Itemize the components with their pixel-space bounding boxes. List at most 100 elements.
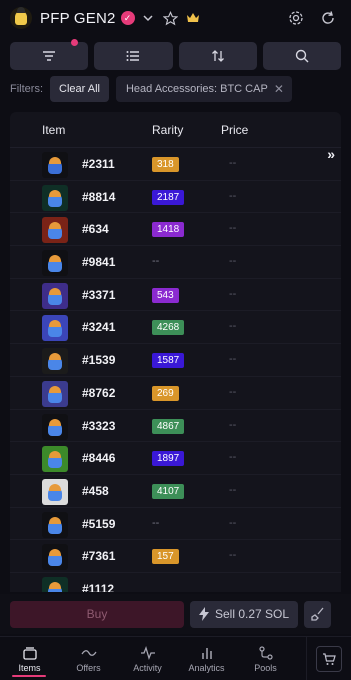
filter-bar: Filters: Clear All Head Accessories: BTC…: [10, 76, 292, 102]
item-price: --: [229, 157, 237, 169]
nft-thumbnail: [42, 380, 68, 407]
table-row[interactable]: #1539 1587 --: [10, 344, 341, 377]
nft-thumbnail: [42, 250, 68, 277]
item-name: #3241: [82, 320, 116, 335]
rarity-badge: 4107: [152, 483, 185, 499]
nft-thumbnail: [42, 478, 68, 505]
nav-offers-label: Offers: [76, 663, 101, 673]
item-name: #8762: [82, 385, 116, 400]
clear-all-button[interactable]: Clear All: [50, 76, 109, 102]
column-rarity[interactable]: Rarity: [152, 123, 183, 137]
table-row[interactable]: #7361 157 --: [10, 540, 341, 573]
rarity-badge: 1418: [152, 222, 185, 238]
item-name: #458: [82, 483, 109, 498]
collection-logo-icon[interactable]: [10, 7, 32, 29]
nav-offers[interactable]: Offers: [59, 637, 118, 680]
nav-analytics-label: Analytics: [188, 663, 225, 673]
filter-button[interactable]: [10, 39, 89, 70]
table-header: Item Rarity Price: [10, 112, 341, 148]
nft-thumbnail: [42, 348, 68, 375]
collection-title[interactable]: PFP GEN2: [40, 10, 116, 27]
pools-icon: [258, 645, 273, 661]
table-body: #2311 318 -- #8814 2187 -- #634 1418 -- #9841 -- --…: [10, 148, 341, 592]
star-icon[interactable]: [163, 10, 179, 26]
cart-area: [306, 637, 351, 680]
analytics-icon: [200, 645, 214, 661]
verified-icon: ✓: [120, 11, 135, 25]
table-row[interactable]: #458 4107 --: [10, 475, 341, 508]
sell-button[interactable]: Sell 0.27 SOL: [190, 600, 298, 628]
table-row[interactable]: #5159 -- --: [10, 508, 341, 541]
nav-activity[interactable]: Activity: [118, 637, 177, 680]
rarity-badge: 4867: [152, 418, 185, 434]
table-row[interactable]: #9841 -- --: [10, 246, 341, 279]
item-name: #5159: [82, 516, 116, 531]
list-view-button[interactable]: [94, 42, 173, 70]
action-bar: Buy Sell 0.27 SOL: [0, 594, 351, 634]
nav-pools-label: Pools: [254, 663, 277, 673]
item-name: #3371: [82, 287, 116, 302]
filter-chip-label: Head Accessories: BTC CAP: [125, 83, 268, 95]
nft-thumbnail: [42, 152, 68, 178]
nft-thumbnail: [42, 544, 68, 571]
item-price: --: [229, 483, 237, 496]
table-row[interactable]: #8446 1897 --: [10, 442, 341, 475]
item-name: #8446: [82, 451, 116, 466]
gear-icon[interactable]: [287, 10, 305, 26]
table-row[interactable]: #1112: [10, 573, 341, 592]
sweep-button[interactable]: [304, 600, 331, 628]
item-name: #8814: [82, 189, 116, 204]
lightning-icon: [198, 607, 209, 621]
column-item[interactable]: Item: [42, 123, 65, 137]
sort-button[interactable]: [178, 42, 257, 70]
rarity-empty: --: [152, 516, 160, 529]
rarity-badge: 4268: [152, 320, 185, 336]
column-price[interactable]: Price: [221, 123, 248, 137]
nft-thumbnail: [42, 446, 68, 473]
table-row[interactable]: #3323 4867 --: [10, 410, 341, 443]
refresh-icon[interactable]: [319, 10, 337, 26]
buy-button[interactable]: Buy: [10, 600, 184, 628]
table-row[interactable]: #634 1418 --: [10, 213, 341, 247]
nft-thumbnail: [42, 413, 68, 440]
table-row[interactable]: #3371 543 --: [10, 279, 341, 312]
rarity-empty: --: [152, 255, 160, 268]
nav-items-label: Items: [18, 663, 41, 673]
bottom-nav: Items Offers Activity Analytics Pools: [0, 636, 351, 680]
sell-label: Sell 0.27 SOL: [214, 607, 290, 621]
nav-items[interactable]: Items: [0, 637, 59, 680]
rarity-badge: 1587: [152, 353, 185, 369]
crown-icon[interactable]: [185, 12, 201, 24]
item-name: #1112: [82, 581, 115, 592]
item-price: --: [229, 189, 237, 202]
table-row[interactable]: #8814 2187 --: [10, 181, 341, 214]
chevron-down-icon[interactable]: [141, 12, 155, 24]
rarity-badge: 318: [152, 157, 179, 172]
filters-label: Filters:: [10, 83, 43, 95]
sort-icon: [211, 50, 224, 62]
nft-thumbnail: [42, 576, 68, 592]
nav-activity-label: Activity: [133, 663, 162, 673]
table-row[interactable]: #3241 4268 --: [10, 311, 341, 345]
item-name: #634: [82, 222, 109, 237]
nft-thumbnail: [42, 511, 68, 538]
item-name: #9841: [82, 255, 116, 270]
nav-analytics[interactable]: Analytics: [177, 637, 236, 680]
filter-chip[interactable]: Head Accessories: BTC CAP ✕: [115, 76, 292, 102]
item-price: --: [229, 549, 237, 562]
table-row[interactable]: #8762 269 --: [10, 377, 341, 410]
table-row[interactable]: #2311 318 --: [10, 148, 341, 181]
rarity-badge: 1897: [152, 451, 185, 467]
rarity-badge: 157: [152, 549, 179, 565]
close-icon[interactable]: ✕: [274, 82, 284, 96]
toolbar: [10, 39, 341, 70]
item-price: --: [229, 418, 237, 431]
item-price: --: [229, 320, 237, 333]
item-price: --: [229, 516, 237, 529]
cart-icon[interactable]: [316, 646, 342, 672]
nav-pools[interactable]: Pools: [236, 637, 295, 680]
search-button[interactable]: [262, 42, 341, 70]
item-name: #3323: [82, 418, 116, 433]
offers-icon: [80, 645, 97, 661]
activity-icon: [140, 645, 156, 661]
